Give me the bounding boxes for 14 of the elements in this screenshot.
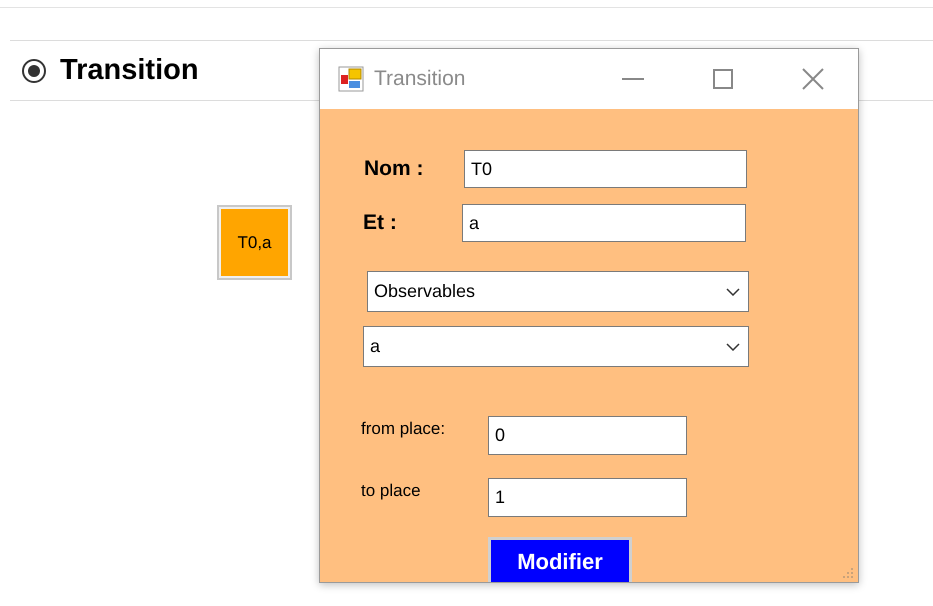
radio-label[interactable]: Transition [60, 48, 199, 92]
dropdown[interactable]: Observables [367, 271, 749, 312]
transition-node[interactable]: T0,a [221, 209, 288, 276]
input-field[interactable]: a [462, 204, 746, 242]
window-title: Transition [374, 66, 466, 92]
field-label: to place [361, 480, 422, 502]
field-label: Nom : [364, 156, 424, 182]
dropdown[interactable]: a [363, 326, 749, 367]
field-label: Et : [363, 210, 398, 236]
input-field[interactable]: 1 [488, 478, 687, 517]
input-field[interactable]: 0 [488, 416, 687, 455]
modify-button[interactable]: Modifier [488, 537, 632, 582]
input-field[interactable]: T0 [464, 150, 747, 188]
field-label: from place: [361, 418, 446, 440]
